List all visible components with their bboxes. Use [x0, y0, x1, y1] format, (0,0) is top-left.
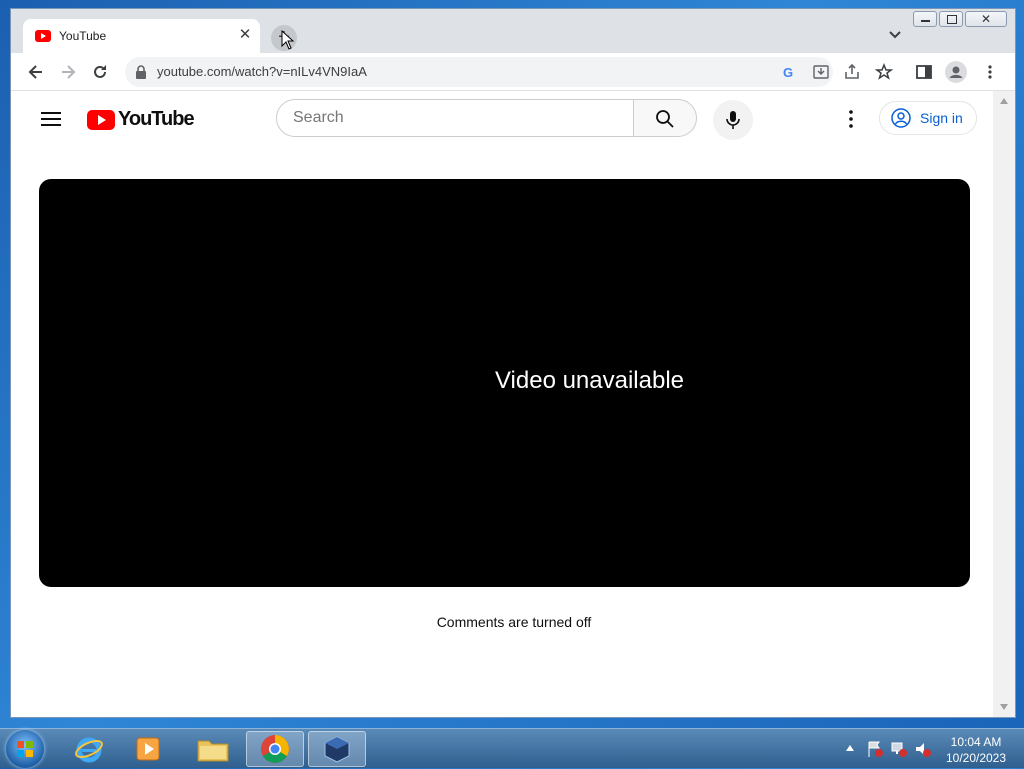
- sign-in-button[interactable]: Sign in: [879, 101, 977, 135]
- youtube-page: YouTube Search Sign in Video unavailable…: [11, 91, 993, 717]
- video-player[interactable]: Video unavailable: [39, 179, 970, 587]
- minimize-button[interactable]: [913, 11, 937, 27]
- reload-icon[interactable]: [91, 63, 109, 81]
- taskbar-virtualbox[interactable]: [308, 731, 366, 767]
- window-controls: ✕: [913, 11, 1007, 29]
- back-arrow-icon[interactable]: [27, 63, 45, 81]
- tab-youtube[interactable]: YouTube ✕: [23, 19, 260, 53]
- search-icon: [656, 110, 674, 128]
- taskbar-media-player[interactable]: [120, 731, 178, 767]
- youtube-logo[interactable]: YouTube: [87, 108, 195, 131]
- taskbar-internet-explorer[interactable]: [60, 731, 118, 767]
- search-input[interactable]: Search: [276, 99, 634, 137]
- taskbar-clock[interactable]: 10:04 AM 10/20/2023: [936, 734, 1016, 766]
- clock-date: 10/20/2023: [945, 751, 1007, 765]
- show-hidden-icons-icon[interactable]: [845, 744, 855, 752]
- share-icon[interactable]: [843, 63, 861, 81]
- search-placeholder: Search: [293, 109, 344, 126]
- bookmark-star-icon[interactable]: [875, 63, 893, 81]
- virtualbox-icon: [324, 736, 350, 763]
- settings-menu-icon[interactable]: [843, 109, 859, 129]
- forward-arrow-icon[interactable]: [59, 63, 77, 81]
- microphone-icon: [726, 111, 740, 129]
- mouse-cursor-icon: [281, 30, 295, 50]
- address-bar[interactable]: youtube.com/watch?v=nILv4VN9IaA G: [125, 57, 833, 87]
- folder-icon: [197, 740, 229, 762]
- lock-icon[interactable]: [135, 64, 147, 80]
- sign-in-label: Sign in: [920, 110, 963, 126]
- side-panel-icon[interactable]: [915, 63, 933, 81]
- system-tray: 10:04 AM 10/20/2023: [840, 729, 1020, 769]
- url-text: youtube.com/watch?v=nILv4VN9IaA: [157, 64, 367, 79]
- windows-logo-icon: [17, 741, 33, 757]
- search-button[interactable]: [633, 99, 697, 137]
- svg-text:G: G: [783, 65, 793, 80]
- taskbar-chrome[interactable]: [246, 731, 304, 767]
- restore-button[interactable]: [939, 11, 963, 27]
- tab-close-icon[interactable]: ✕: [236, 26, 254, 44]
- youtube-wordmark: YouTube: [118, 108, 195, 130]
- page-scrollbar[interactable]: [993, 91, 1015, 717]
- media-player-icon: [136, 737, 160, 761]
- profile-avatar-icon[interactable]: [945, 61, 967, 83]
- tab-title: YouTube: [59, 29, 107, 43]
- taskbar-file-explorer[interactable]: [184, 731, 242, 767]
- start-button[interactable]: [6, 730, 44, 768]
- volume-muted-icon[interactable]: [914, 740, 932, 758]
- youtube-favicon-icon: [35, 30, 51, 42]
- clock-time: 10:04 AM: [950, 735, 1002, 749]
- scroll-down-icon[interactable]: [999, 703, 1009, 711]
- player-error-message: Video unavailable: [494, 367, 685, 394]
- close-window-button[interactable]: ✕: [965, 11, 1007, 27]
- install-app-icon[interactable]: [813, 64, 829, 80]
- internet-explorer-icon: [75, 737, 103, 763]
- chrome-icon: [261, 735, 289, 763]
- comments-status: Comments are turned off: [436, 614, 592, 630]
- account-circle-icon: [891, 108, 911, 128]
- google-lens-icon[interactable]: G: [781, 64, 797, 80]
- windows-taskbar: 10:04 AM 10/20/2023: [0, 728, 1024, 768]
- youtube-play-logo-icon: [87, 109, 115, 130]
- browser-toolbar: youtube.com/watch?v=nILv4VN9IaA G: [11, 53, 1015, 91]
- scroll-up-icon[interactable]: [999, 97, 1009, 105]
- browser-menu-icon[interactable]: [981, 63, 999, 81]
- action-center-flag-icon[interactable]: [866, 740, 884, 758]
- tab-strip: YouTube ✕ + ✕: [11, 9, 1015, 53]
- network-icon[interactable]: [890, 740, 908, 758]
- browser-window: YouTube ✕ + ✕: [10, 8, 1016, 718]
- tab-search-icon[interactable]: [887, 27, 903, 43]
- voice-search-button[interactable]: [713, 100, 753, 140]
- guide-menu-icon[interactable]: [41, 112, 61, 126]
